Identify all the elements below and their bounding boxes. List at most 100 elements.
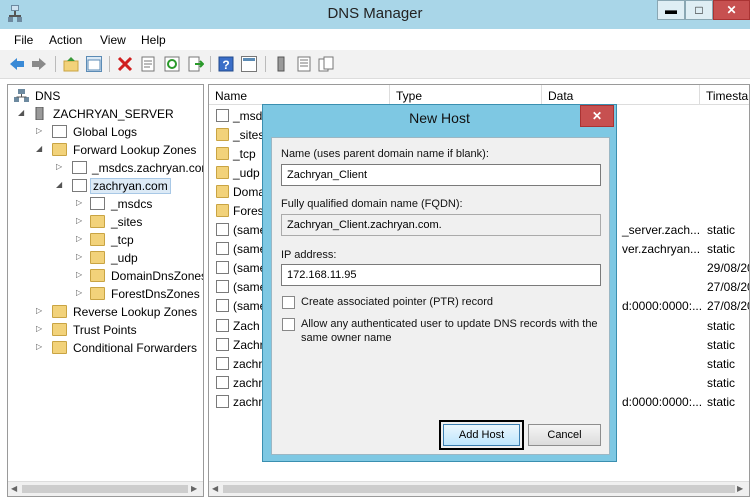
title-bar: DNS Manager ▬ □ ✕ (0, 0, 750, 29)
expand-arrow-icon[interactable]: ▷ (36, 324, 46, 333)
expand-arrow-icon[interactable]: ▷ (56, 162, 66, 171)
view-icon[interactable] (241, 56, 257, 72)
record-icon (216, 242, 229, 255)
menu-file[interactable]: File (14, 33, 33, 47)
copy-icon[interactable] (318, 56, 334, 72)
record-icon (216, 357, 229, 370)
ptr-record-label: Create associated pointer (PTR) record (301, 296, 493, 308)
folder-icon (90, 287, 105, 300)
tree-label: _msdcs.zachryan.com (92, 161, 204, 175)
column-header-type[interactable]: Type (390, 85, 542, 105)
collapse-arrow-icon[interactable]: ◢ (36, 144, 46, 153)
tree-label: _tcp (111, 233, 134, 247)
tree-label: _udp (111, 251, 138, 265)
help-icon[interactable]: ? (218, 56, 234, 72)
new-host-dialog: New Host ✕ Name (uses parent domain name… (262, 104, 617, 462)
collapse-arrow-icon[interactable]: ◢ (18, 108, 28, 117)
host-name-input[interactable] (281, 164, 601, 186)
scroll-left-icon[interactable]: ◀ (212, 484, 222, 493)
properties-icon[interactable] (140, 56, 156, 72)
up-folder-icon[interactable] (63, 56, 79, 72)
expand-arrow-icon[interactable]: ▷ (76, 216, 86, 225)
delete-icon[interactable] (117, 56, 133, 72)
tree-label: ZACHRYAN_SERVER (53, 107, 174, 121)
menu-action[interactable]: Action (49, 33, 82, 47)
maximize-button[interactable]: □ (685, 0, 713, 20)
scroll-right-icon[interactable]: ▶ (191, 484, 201, 493)
expand-arrow-icon[interactable]: ▷ (76, 288, 86, 297)
toolbar-separator (109, 56, 110, 72)
dns-icon (14, 89, 29, 102)
server-icon (35, 107, 44, 120)
folder-icon (216, 166, 229, 179)
refresh-icon[interactable] (164, 56, 180, 72)
record-icon (216, 338, 229, 351)
zone-icon (90, 197, 105, 210)
list-icon[interactable] (296, 56, 312, 72)
close-button[interactable]: ✕ (713, 0, 750, 20)
menu-help[interactable]: Help (141, 33, 166, 47)
toolbar-separator (210, 56, 211, 72)
expand-arrow-icon[interactable]: ▷ (76, 270, 86, 279)
tree-horizontal-scrollbar[interactable]: ◀ ▶ (8, 481, 203, 496)
ptr-record-checkbox[interactable] (282, 296, 295, 309)
authenticated-user-label: Allow any authenticated user to update D… (301, 318, 598, 344)
add-host-button[interactable]: Add Host (439, 420, 524, 450)
console-tree[interactable]: DNS ◢ ZACHRYAN_SERVER ▷ Global Logs ◢ Fo… (7, 84, 204, 497)
svg-text:?: ? (222, 58, 229, 72)
collapse-arrow-icon[interactable]: ◢ (56, 180, 66, 189)
cancel-button[interactable]: Cancel (528, 424, 601, 446)
toolbar-separator (265, 56, 266, 72)
folder-icon (90, 269, 105, 282)
export-icon[interactable] (188, 56, 204, 72)
scroll-thumb[interactable] (223, 485, 735, 493)
minimize-button[interactable]: ▬ (657, 0, 685, 20)
folder-icon (52, 143, 67, 156)
tree-label: Trust Points (73, 323, 137, 337)
ip-label: IP address: (281, 249, 337, 261)
fqdn-field (281, 214, 601, 236)
tree-label: Forward Lookup Zones (73, 143, 197, 157)
log-icon (52, 125, 67, 138)
dialog-title: New Host (409, 110, 470, 126)
authenticated-user-checkbox[interactable] (282, 318, 295, 331)
back-arrow-icon[interactable] (9, 56, 25, 72)
expand-arrow-icon[interactable]: ▷ (36, 306, 46, 315)
menu-bar: File Action View Help (0, 29, 750, 50)
window-title: DNS Manager (327, 5, 423, 22)
expand-arrow-icon[interactable]: ▷ (36, 126, 46, 135)
forward-arrow-icon[interactable] (31, 56, 47, 72)
tree-label: _msdcs (111, 197, 153, 211)
expand-arrow-icon[interactable]: ▷ (76, 252, 86, 261)
folder-icon (216, 128, 229, 141)
record-icon (216, 395, 229, 408)
folder-icon (52, 323, 67, 336)
toolbar: ? (0, 50, 750, 79)
menu-view[interactable]: View (100, 33, 126, 47)
dialog-close-button[interactable]: ✕ (580, 105, 614, 127)
column-header-timestamp[interactable]: Timestam (700, 85, 749, 105)
dialog-body: Name (uses parent domain name if blank):… (271, 137, 610, 455)
list-horizontal-scrollbar[interactable]: ◀ ▶ (209, 481, 749, 496)
folder-icon (216, 204, 229, 217)
folder-icon (90, 251, 105, 264)
scroll-right-icon[interactable]: ▶ (737, 484, 747, 493)
column-header-name[interactable]: Name (209, 85, 390, 105)
ip-address-input[interactable] (281, 264, 601, 286)
folder-icon (216, 185, 229, 198)
server-icon[interactable] (273, 56, 289, 72)
expand-arrow-icon[interactable]: ▷ (76, 234, 86, 243)
folder-icon (90, 233, 105, 246)
zone-icon (216, 109, 229, 122)
scroll-left-icon[interactable]: ◀ (11, 484, 21, 493)
column-header-data[interactable]: Data (542, 85, 700, 105)
console-tree-icon[interactable] (86, 56, 102, 72)
scroll-thumb[interactable] (22, 485, 188, 493)
expand-arrow-icon[interactable]: ▷ (36, 342, 46, 351)
expand-arrow-icon[interactable]: ▷ (76, 198, 86, 207)
tree-label: ForestDnsZones (111, 287, 200, 301)
tree-label: Global Logs (73, 125, 138, 139)
folder-icon (90, 215, 105, 228)
record-icon (216, 280, 229, 293)
zone-icon (72, 179, 87, 192)
